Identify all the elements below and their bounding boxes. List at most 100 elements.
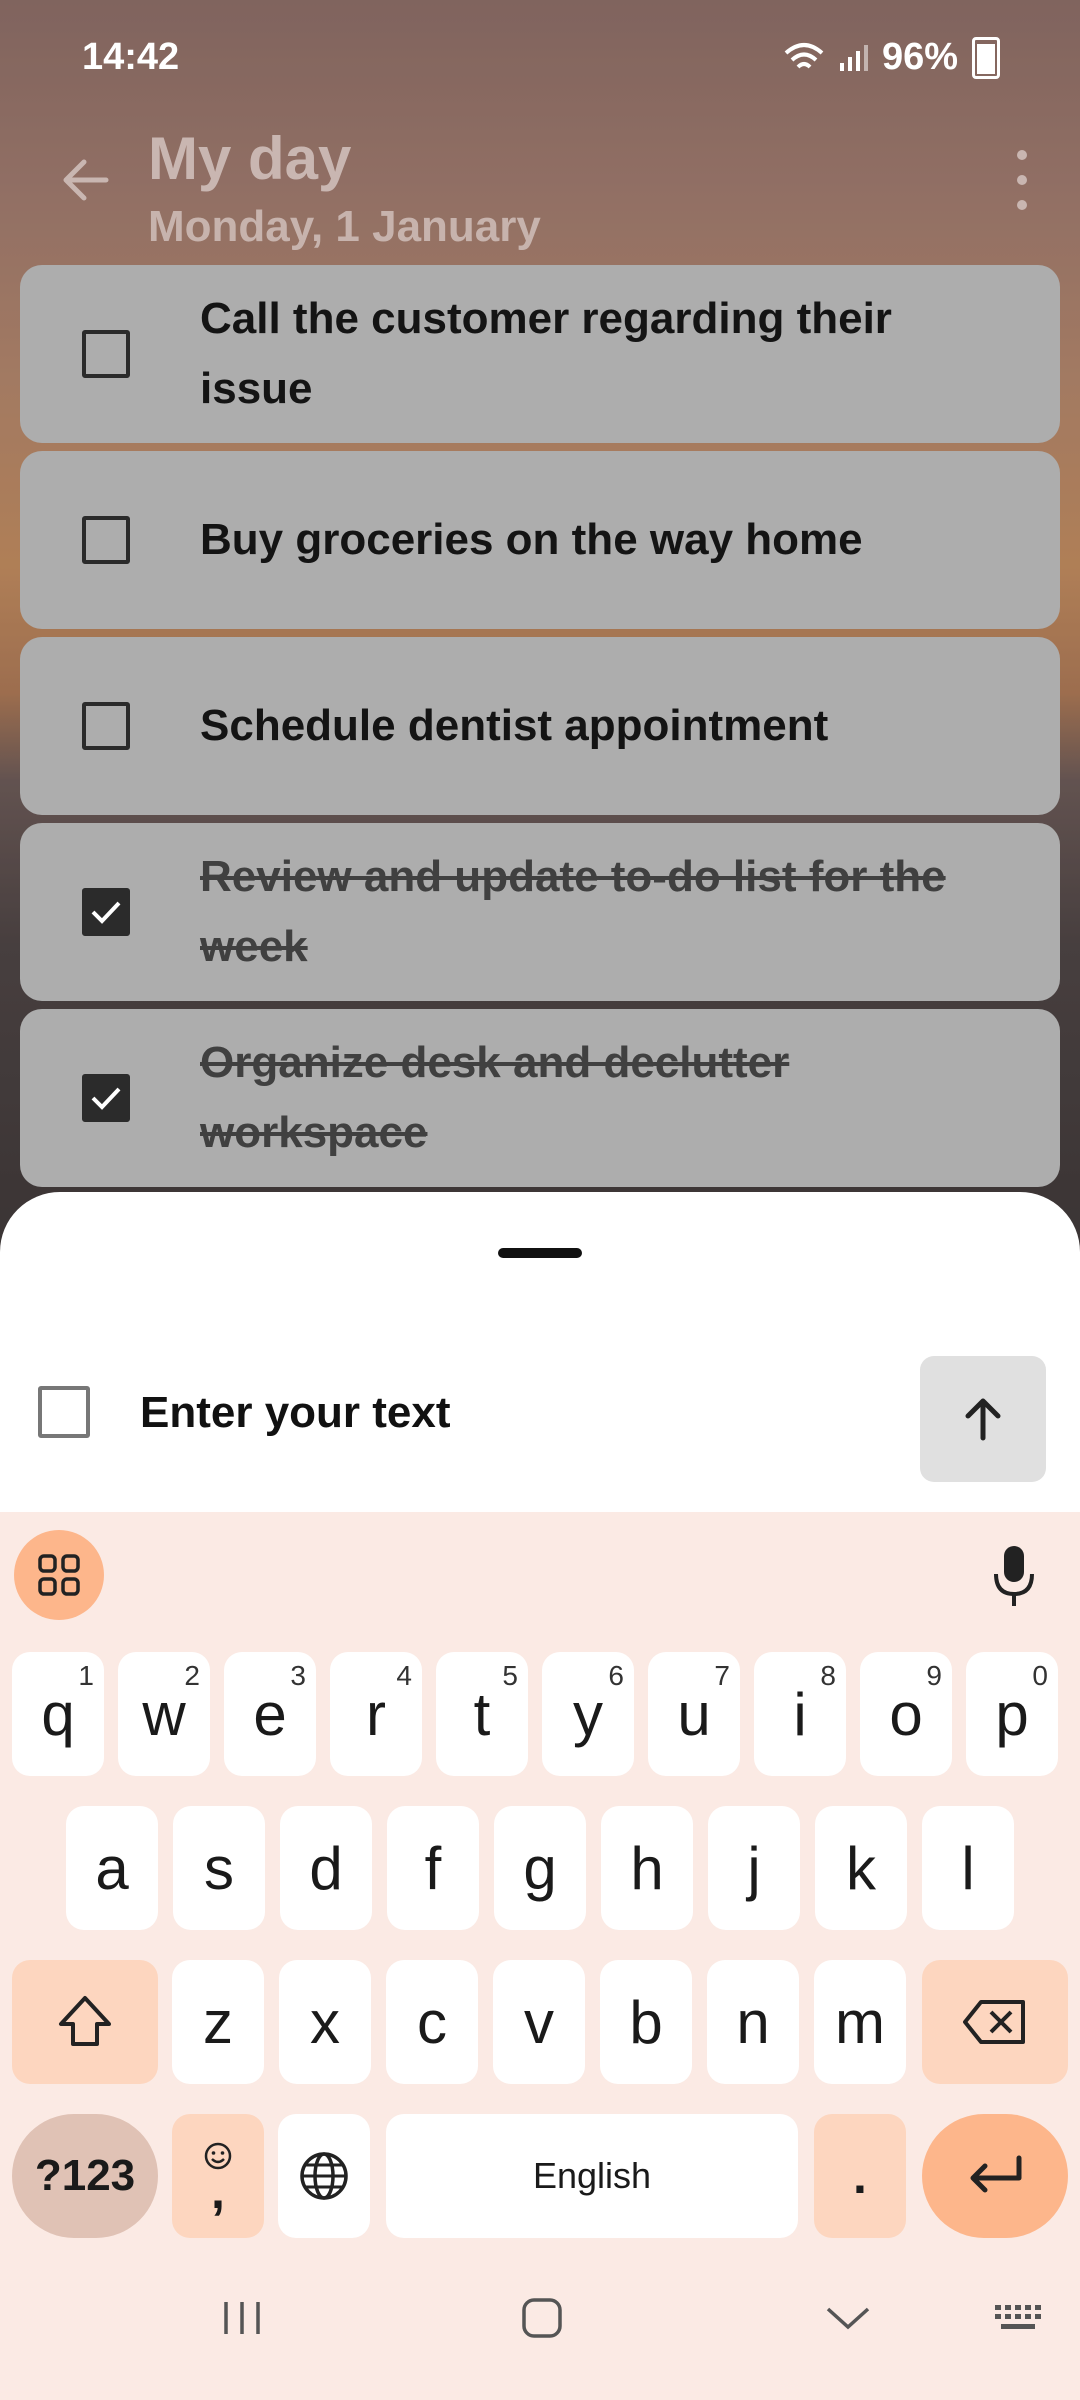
shift-key[interactable] xyxy=(12,1960,158,2084)
key-f[interactable]: f xyxy=(387,1806,479,1930)
backspace-key[interactable] xyxy=(922,1960,1068,2084)
key-h[interactable]: h xyxy=(601,1806,693,1930)
key-label: y xyxy=(573,1680,603,1748)
home-icon xyxy=(522,2298,562,2338)
key-label: u xyxy=(677,1680,711,1748)
task-item[interactable]: Schedule dentist appointment xyxy=(20,637,1060,815)
key-v[interactable]: v xyxy=(493,1960,585,2084)
task-text: Review and update to-do list for the wee… xyxy=(200,852,946,971)
drag-handle[interactable] xyxy=(498,1248,582,1258)
key-t[interactable]: t5 xyxy=(436,1652,528,1776)
key-s[interactable]: s xyxy=(173,1806,265,1930)
key-o[interactable]: o9 xyxy=(860,1652,952,1776)
status-icons: 96% xyxy=(784,36,1000,79)
task-text: Schedule dentist appointment xyxy=(200,701,829,750)
task-checkbox[interactable] xyxy=(82,702,130,750)
arrow-up-icon xyxy=(965,1398,1001,1441)
chevron-down-icon xyxy=(826,2307,870,2330)
key-label: o xyxy=(889,1680,923,1748)
key-j[interactable]: j xyxy=(708,1806,800,1930)
globe-icon xyxy=(300,2152,348,2200)
home-button[interactable] xyxy=(512,2288,572,2348)
check-icon xyxy=(91,901,121,924)
key-y[interactable]: y6 xyxy=(542,1652,634,1776)
system-nav-bar xyxy=(0,2248,1080,2400)
key-label: w xyxy=(142,1680,186,1748)
language-key[interactable] xyxy=(278,2114,370,2238)
key-a[interactable]: a xyxy=(66,1806,158,1930)
key-i[interactable]: i8 xyxy=(754,1652,846,1776)
key-number-hint: 7 xyxy=(714,1660,730,1691)
task-list: Call the customer regarding their issue … xyxy=(20,265,1060,1195)
key-k[interactable]: k xyxy=(815,1806,907,1930)
key-number-hint: 6 xyxy=(608,1660,624,1691)
grid-icon xyxy=(38,1554,80,1596)
key-number-hint: 0 xyxy=(1032,1660,1048,1691)
microphone-icon[interactable] xyxy=(984,1542,1044,1612)
key-number-hint: 8 xyxy=(820,1660,836,1691)
key-g[interactable]: g xyxy=(494,1806,586,1930)
recents-button[interactable] xyxy=(212,2288,272,2348)
key-m[interactable]: m xyxy=(814,1960,906,2084)
battery-percent: 96% xyxy=(881,36,958,78)
emoji-comma-key[interactable]: , xyxy=(172,2114,264,2238)
task-item[interactable]: Buy groceries on the way home xyxy=(20,451,1060,629)
task-text: Buy groceries on the way home xyxy=(200,515,863,564)
hide-keyboard-button[interactable] xyxy=(818,2288,878,2348)
key-label: q xyxy=(41,1680,75,1748)
key-e[interactable]: e3 xyxy=(224,1652,316,1776)
key-label: i xyxy=(793,1680,807,1748)
task-checkbox[interactable] xyxy=(82,330,130,378)
space-bar[interactable]: English xyxy=(386,2114,798,2238)
check-icon xyxy=(91,1087,121,1110)
more-options-icon[interactable] xyxy=(1010,150,1034,210)
wifi-icon xyxy=(784,42,824,68)
keyboard-row-3: zxcvbnm xyxy=(0,1960,1080,2084)
key-number-hint: 5 xyxy=(502,1660,518,1691)
page-date: Monday, 1 January xyxy=(148,202,541,251)
task-item[interactable]: Organize desk and declutter workspace xyxy=(20,1009,1060,1187)
keyboard-row-1: q1w2e3r4t5y6u7i8o9p0 xyxy=(0,1652,1080,1776)
new-task-row xyxy=(0,1352,1080,1482)
key-number-hint: 4 xyxy=(396,1660,412,1691)
enter-key[interactable] xyxy=(922,2114,1068,2238)
backspace-icon xyxy=(963,2000,1025,2044)
key-number-hint: 9 xyxy=(926,1660,942,1691)
back-arrow-icon[interactable] xyxy=(56,150,116,210)
task-checkbox-checked[interactable] xyxy=(82,1074,130,1122)
key-d[interactable]: d xyxy=(280,1806,372,1930)
keyboard-apps-button[interactable] xyxy=(14,1530,104,1620)
key-n[interactable]: n xyxy=(707,1960,799,2084)
key-label: t xyxy=(473,1680,491,1748)
new-task-checkbox[interactable] xyxy=(38,1386,90,1438)
page-title: My day xyxy=(148,125,352,192)
submit-button[interactable] xyxy=(920,1356,1046,1482)
key-c[interactable]: c xyxy=(386,1960,478,2084)
key-z[interactable]: z xyxy=(172,1960,264,2084)
key-r[interactable]: r4 xyxy=(330,1652,422,1776)
status-time: 14:42 xyxy=(82,36,180,78)
keyboard-row-2: asdfghjkl xyxy=(0,1806,1080,1930)
key-number-hint: 2 xyxy=(184,1660,200,1691)
key-b[interactable]: b xyxy=(600,1960,692,2084)
task-checkbox[interactable] xyxy=(82,516,130,564)
key-x[interactable]: x xyxy=(279,1960,371,2084)
keyboard-row-4: ?123 , English . xyxy=(0,2114,1080,2238)
signal-icon xyxy=(839,44,868,71)
key-q[interactable]: q1 xyxy=(12,1652,104,1776)
key-number-hint: 1 xyxy=(78,1660,94,1691)
enter-icon xyxy=(970,2155,1022,2193)
key-p[interactable]: p0 xyxy=(966,1652,1058,1776)
key-u[interactable]: u7 xyxy=(648,1652,740,1776)
keyboard-switch-button[interactable] xyxy=(988,2288,1048,2348)
key-l[interactable]: l xyxy=(922,1806,1014,1930)
task-checkbox-checked[interactable] xyxy=(82,888,130,936)
task-item[interactable]: Review and update to-do list for the wee… xyxy=(20,823,1060,1001)
symbols-key[interactable]: ?123 xyxy=(12,2114,158,2238)
shift-icon xyxy=(59,1996,111,2046)
new-task-input[interactable] xyxy=(138,1380,882,1446)
period-key[interactable]: . xyxy=(814,2114,906,2238)
task-item[interactable]: Call the customer regarding their issue xyxy=(20,265,1060,443)
key-w[interactable]: w2 xyxy=(118,1652,210,1776)
status-bar: 14:42 96% xyxy=(0,0,1080,120)
